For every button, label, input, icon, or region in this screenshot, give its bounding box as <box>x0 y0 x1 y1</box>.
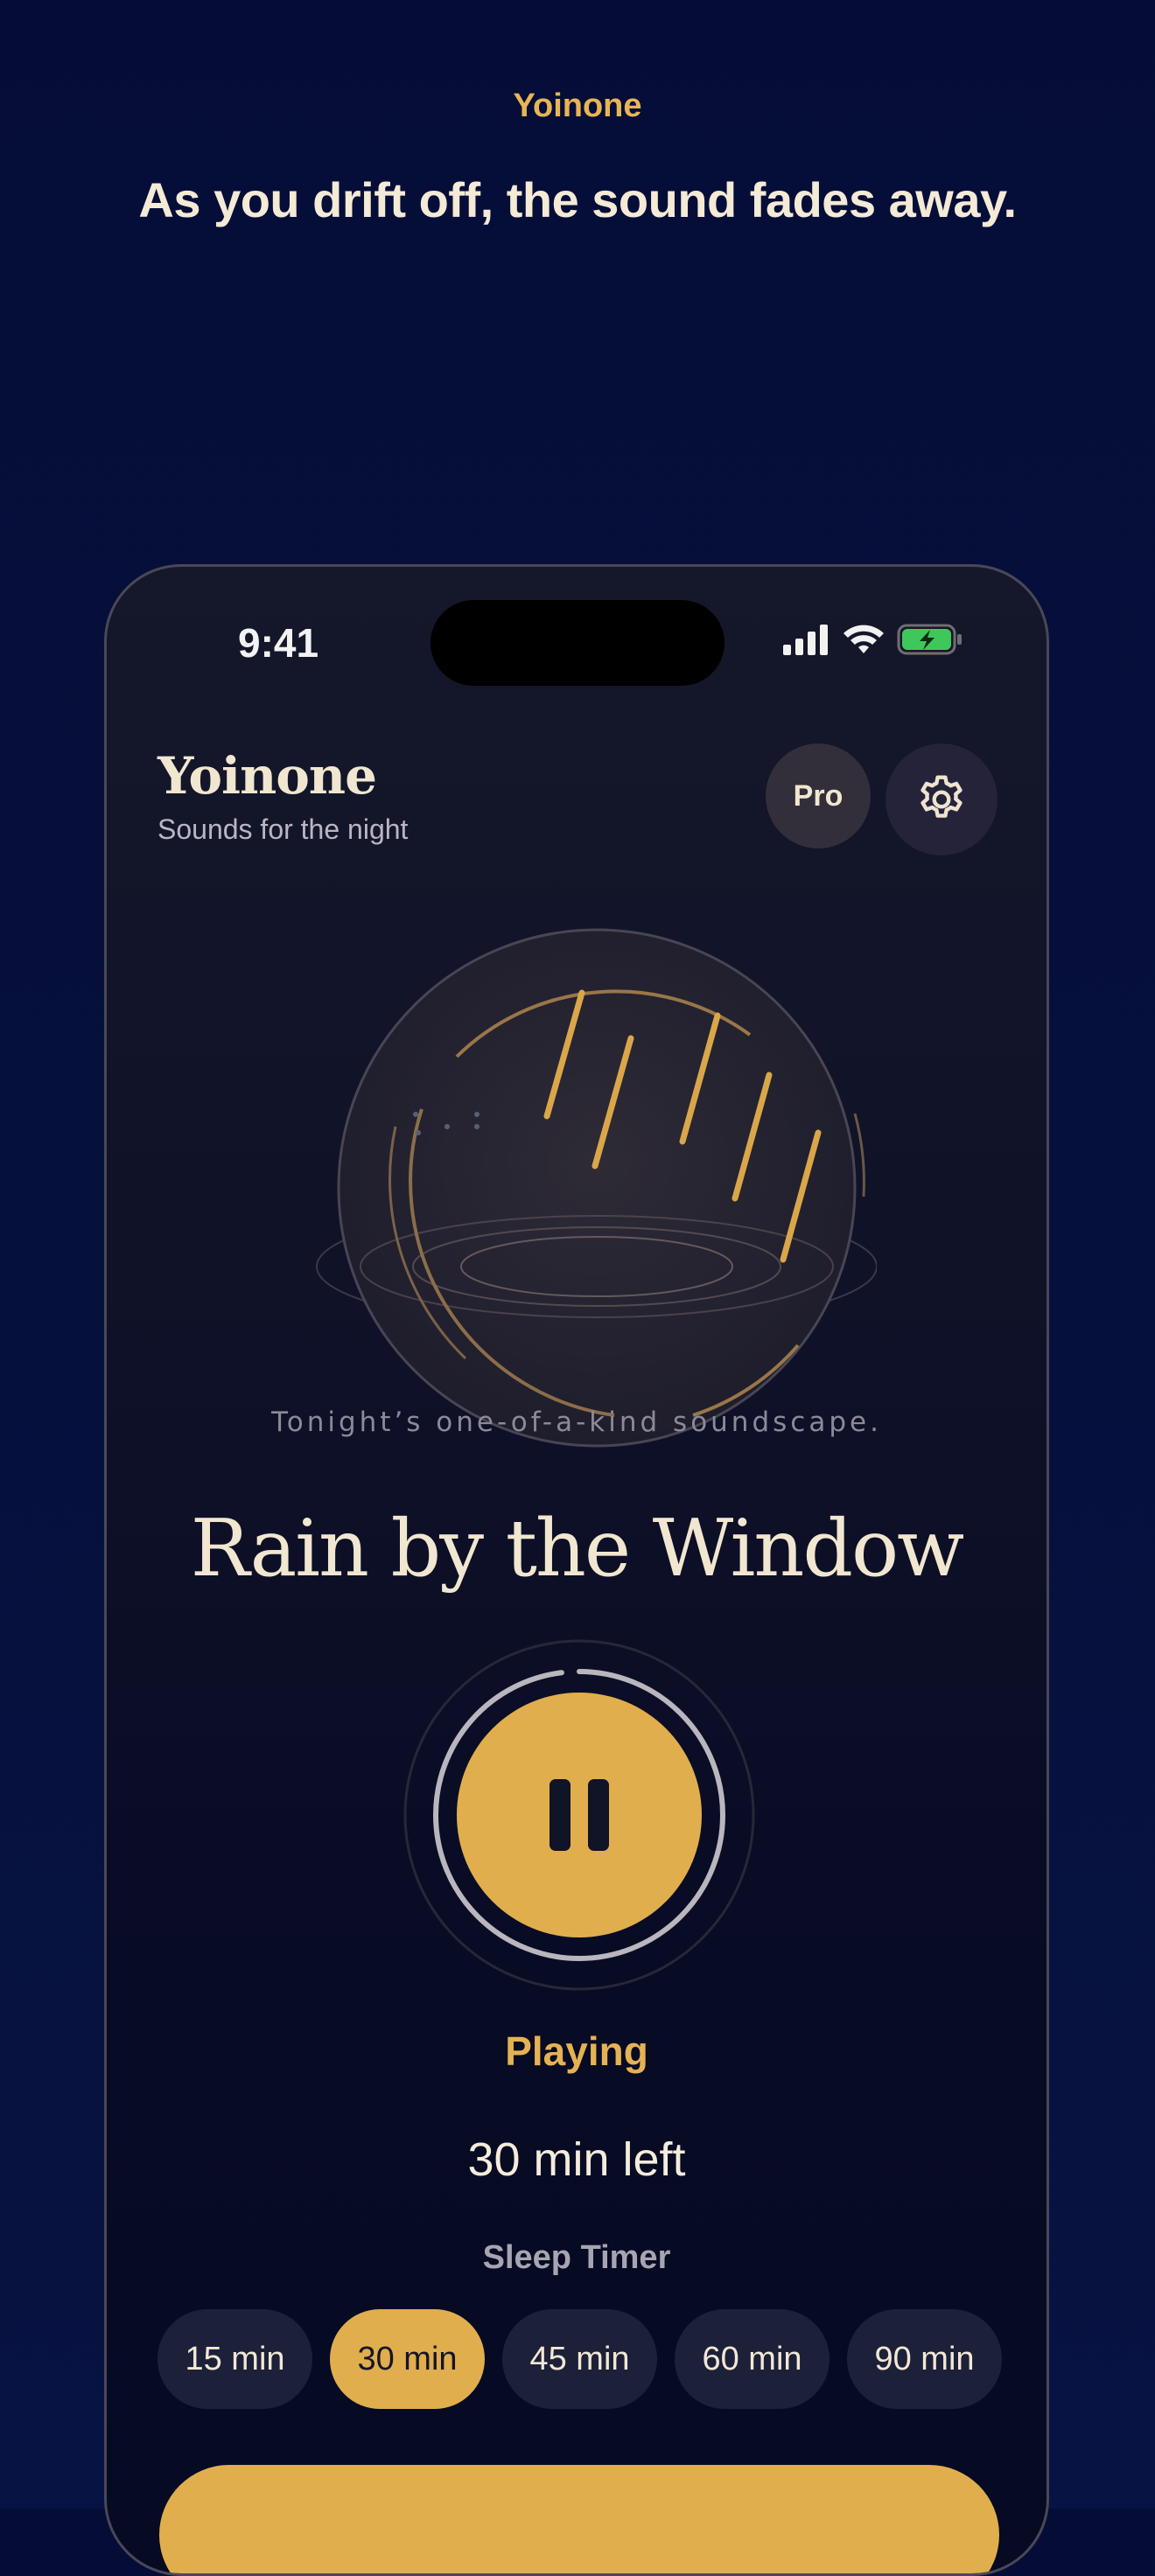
timer-option-15[interactable]: 15 min <box>158 2309 312 2409</box>
phone-frame: 9:41 Yoinone Sounds for the night Pro To… <box>104 564 1049 2576</box>
bottom-action-button[interactable] <box>159 2465 999 2573</box>
gear-icon <box>920 775 962 818</box>
brand-label: Yoinone <box>513 87 642 124</box>
status-time: 9:41 <box>238 620 319 666</box>
app-title: Yoinone <box>158 746 377 806</box>
timer-option-90[interactable]: 90 min <box>847 2309 1002 2409</box>
cellular-signal-icon <box>783 625 828 655</box>
dynamic-island <box>430 600 724 686</box>
pro-button[interactable]: Pro <box>766 743 871 848</box>
app-subtitle: Sounds for the night <box>158 813 409 845</box>
pause-button[interactable] <box>457 1693 702 1937</box>
status-icons <box>781 623 963 656</box>
wifi-icon <box>844 625 884 653</box>
status-bar: 9:41 <box>107 567 1046 698</box>
sleep-timer-label: Sleep Timer <box>482 2239 671 2276</box>
track-title: Rain by the Window <box>190 1503 964 1595</box>
player-control <box>402 1638 756 1992</box>
time-remaining: 30 min left <box>467 2133 686 2186</box>
playback-status: Playing <box>505 2028 648 2074</box>
battery-charging-icon <box>897 624 962 655</box>
timer-option-60[interactable]: 60 min <box>675 2309 830 2409</box>
timer-option-30[interactable]: 30 min <box>330 2309 485 2409</box>
pause-icon <box>550 1779 609 1851</box>
soundscape-caption: Tonight’s one-of-a-kind soundscape. <box>271 1407 882 1438</box>
timer-option-45[interactable]: 45 min <box>502 2309 657 2409</box>
settings-button[interactable] <box>886 743 998 855</box>
marketing-headline: As you drift off, the sound fades away. <box>138 172 1017 227</box>
sleep-timer-options: 15 min 30 min 45 min 60 min 90 min <box>158 2309 1002 2409</box>
